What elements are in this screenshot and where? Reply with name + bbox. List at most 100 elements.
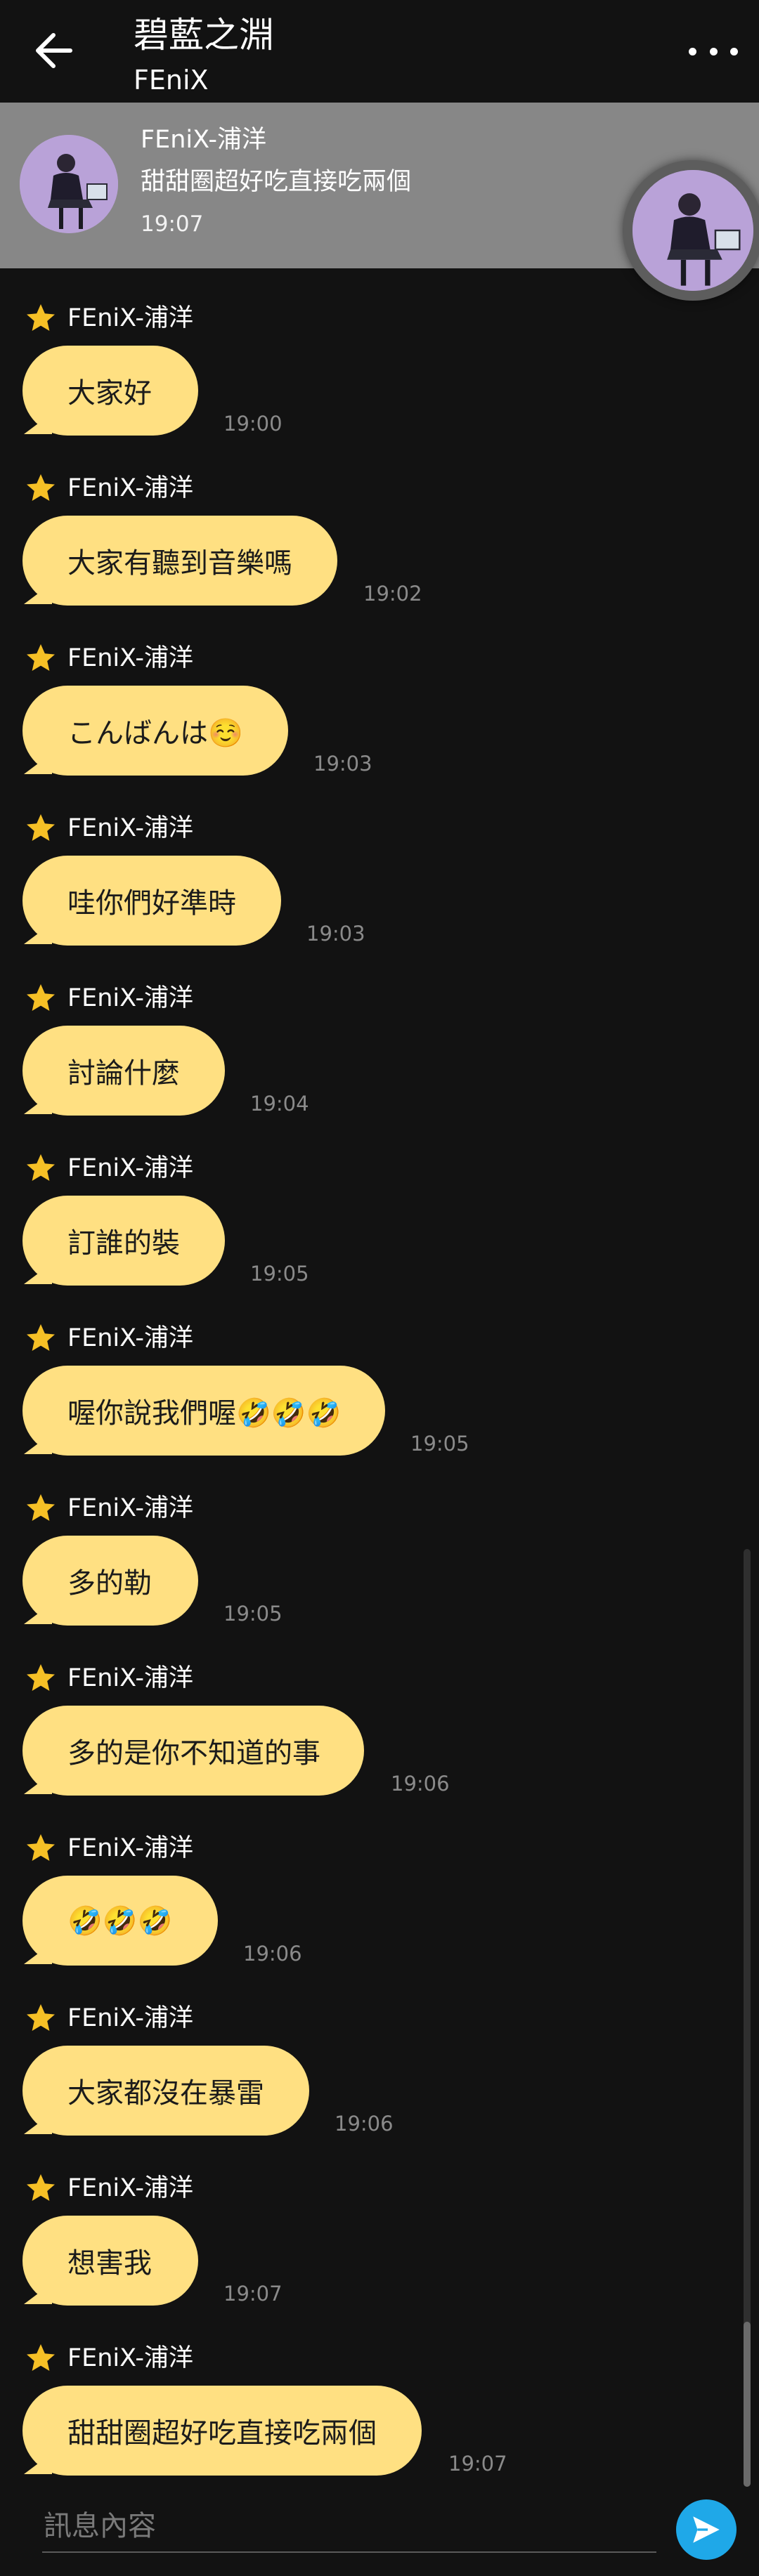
message-sender: FEniX-浦洋 [24,1321,193,1356]
message-time: 19:07 [448,2452,507,2476]
message-text: 想害我 [67,2247,152,2280]
message-item: FEniX-浦洋 喔你說我們喔🤣🤣🤣 19:05 [0,1315,759,1485]
message-time: 19:05 [250,1262,309,1286]
message-text: 大家好 [67,377,152,410]
star-icon [27,644,55,671]
star-icon [27,1494,55,1521]
message-sender: FEniX-浦洋 [24,1151,193,1186]
message-item: FEniX-浦洋 こんばんは☺️ 19:03 [0,635,759,805]
message-sender: FEniX-浦洋 [24,2001,193,2036]
message-text: こんばんは☺️ [67,717,243,750]
message-bubble[interactable]: 大家好 [22,346,198,436]
app-header: 碧藍之淵 FEniX [0,0,759,103]
message-list: FEniX-浦洋 大家好 19:00 FEniX-浦洋 大家有聽到音樂嗎 19:… [0,295,759,2505]
message-bubble[interactable]: こんばんは☺️ [22,686,288,776]
message-item: FEniX-浦洋 想害我 19:07 [0,2165,759,2335]
message-time: 19:00 [223,412,283,436]
message-time: 19:06 [243,1942,302,1966]
pinned-message-time: 19:07 [141,211,204,237]
chat-subtitle: FEniX [134,65,209,96]
back-button[interactable] [28,30,77,72]
message-text: 大家有聽到音樂嗎 [67,547,292,580]
message-text: 🤣🤣🤣 [67,1904,173,1937]
star-icon [27,1324,55,1351]
message-item: FEniX-浦洋 討論什麼 19:04 [0,975,759,1145]
message-bubble[interactable]: 訂誰的裝 [22,1196,225,1286]
message-input[interactable] [42,2501,656,2553]
message-time: 19:05 [223,1602,283,1626]
chat-title: 碧藍之淵 [134,15,274,55]
sender-name: FEniX-浦洋 [67,1834,194,1862]
message-text: 多的勒 [67,1567,152,1600]
star-icon [27,474,55,501]
message-sender: FEniX-浦洋 [24,2171,193,2206]
message-bubble[interactable]: 多的勒 [22,1536,198,1626]
scrollbar-thumb[interactable] [744,2322,751,2487]
message-item: FEniX-浦洋 🤣🤣🤣 19:06 [0,1825,759,1995]
message-bubble[interactable]: 想害我 [22,2216,198,2306]
message-item: FEniX-浦洋 多的勒 19:05 [0,1485,759,1655]
message-item: FEniX-浦洋 多的是你不知道的事 19:06 [0,1655,759,1825]
star-icon [27,2344,55,2371]
star-icon [27,1834,55,1861]
message-sender: FEniX-浦洋 [24,981,193,1016]
send-button[interactable] [676,2499,737,2560]
message-bubble[interactable]: 🤣🤣🤣 [22,1876,218,1966]
message-sender: FEniX-浦洋 [24,1831,193,1866]
message-item: FEniX-浦洋 哇你們好準時 19:03 [0,805,759,975]
arrow-left-icon [36,33,72,68]
message-item: FEniX-浦洋 甜甜圈超好吃直接吃兩個 19:07 [0,2335,759,2505]
floating-avatar[interactable] [623,160,759,301]
message-time: 19:03 [306,922,365,946]
person-photo-icon [632,170,753,291]
pinned-sender-name: FEniX-浦洋 [141,126,267,154]
message-item: FEniX-浦洋 訂誰的裝 19:05 [0,1145,759,1315]
message-bubble[interactable]: 討論什麼 [22,1026,225,1116]
message-text: 哇你們好準時 [67,887,236,920]
message-time: 19:03 [313,752,372,776]
message-time: 19:02 [363,582,422,606]
message-text: 討論什麼 [67,1057,180,1090]
message-bubble[interactable]: 大家有聽到音樂嗎 [22,516,337,606]
message-time: 19:05 [410,1432,469,1456]
message-time: 19:06 [391,1772,450,1796]
message-sender: FEniX-浦洋 [24,301,193,336]
more-options-button[interactable] [689,34,738,69]
message-item: FEniX-浦洋 大家好 19:00 [0,295,759,465]
sender-name: FEniX-浦洋 [67,1664,194,1692]
pinned-message-text: 甜甜圈超好吃直接吃兩個 [141,168,412,196]
message-text: 多的是你不知道的事 [67,1737,320,1770]
sender-name: FEniX-浦洋 [67,2344,194,2372]
message-bubble[interactable]: 多的是你不知道的事 [22,1706,364,1796]
sender-name: FEniX-浦洋 [67,814,194,842]
message-sender: FEniX-浦洋 [24,811,193,846]
message-bubble[interactable]: 大家都沒在暴雷 [22,2046,309,2136]
sender-name: FEniX-浦洋 [67,1324,194,1352]
message-bubble[interactable]: 甜甜圈超好吃直接吃兩個 [22,2386,422,2476]
sender-name: FEniX-浦洋 [67,304,194,332]
message-text: 喔你說我們喔🤣🤣🤣 [67,1397,342,1430]
message-item: FEniX-浦洋 大家有聽到音樂嗎 19:02 [0,465,759,635]
sender-name: FEniX-浦洋 [67,474,194,502]
message-bubble[interactable]: 哇你們好準時 [22,856,281,946]
avatar [20,135,118,233]
message-time: 19:07 [223,2282,283,2306]
person-photo-icon [20,135,118,233]
more-horizontal-icon [689,47,696,55]
message-sender: FEniX-浦洋 [24,471,193,506]
message-sender: FEniX-浦洋 [24,2341,193,2376]
message-sender: FEniX-浦洋 [24,1491,193,1526]
message-text: 甜甜圈超好吃直接吃兩個 [67,2417,377,2450]
send-icon [693,2516,720,2543]
message-text: 大家都沒在暴雷 [67,2077,264,2110]
star-icon [27,1154,55,1181]
message-bubble[interactable]: 喔你說我們喔🤣🤣🤣 [22,1366,385,1456]
sender-name: FEniX-浦洋 [67,984,194,1012]
star-icon [27,814,55,841]
sender-name: FEniX-浦洋 [67,2174,194,2202]
star-icon [27,304,55,331]
sender-name: FEniX-浦洋 [67,1494,194,1522]
sender-name: FEniX-浦洋 [67,1154,194,1182]
message-item: FEniX-浦洋 大家都沒在暴雷 19:06 [0,1995,759,2165]
message-composer [0,2487,759,2576]
